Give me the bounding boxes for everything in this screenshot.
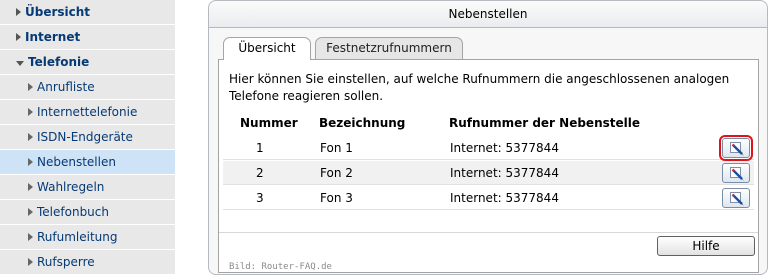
triangle-right-icon [28,133,33,141]
cell-nummer: 3 [256,191,264,205]
edit-button[interactable] [722,188,750,208]
cell-rufnummer: Internet: 5377844 [450,166,559,180]
cell-nummer: 1 [256,141,264,155]
help-button[interactable]: Hilfe [657,236,755,256]
triangle-right-icon [28,233,33,241]
tab-festnetzrufnummern[interactable]: Festnetzrufnummern [315,37,463,59]
sidebar-item-label: Internet [25,30,81,44]
column-header-nummer: Nummer [240,116,298,130]
sidebar-item-label: Rufsperre [37,255,95,269]
table-row: 1 Fon 1 Internet: 5377844 [223,135,754,161]
triangle-right-icon [16,33,21,41]
sidebar-item-label: ISDN-Endgeräte [37,130,133,144]
sidebar-item-nebenstellen[interactable]: Nebenstellen [0,150,175,175]
triangle-right-icon [28,258,33,266]
divider [219,232,758,233]
edit-button[interactable] [719,135,753,161]
cell-rufnummer: Internet: 5377844 [450,191,559,205]
edit-pencil-icon [730,142,744,156]
sidebar-item-label: Telefonie [28,55,90,69]
sidebar-item-label: Rufumleitung [37,230,118,244]
sidebar-item-anrufliste[interactable]: Anrufliste [0,75,175,100]
cell-rufnummer: Internet: 5377844 [450,141,559,155]
table-header: Nummer Bezeichnung Rufnummer der Nebenst… [219,116,758,134]
panel-title: Nebenstellen [209,1,767,28]
edit-pencil-icon [730,167,744,181]
triangle-down-icon [16,60,24,66]
edit-pencil-icon [730,192,744,206]
sidebar-item-internet[interactable]: Internet [0,25,175,50]
sidebar-item-label: Nebenstellen [37,155,116,169]
intro-text: Hier können Sie einstellen, auf welche R… [229,72,730,103]
triangle-right-icon [28,208,33,216]
sidebar-item-label: Übersicht [25,5,91,19]
sidebar-item-label: Anrufliste [37,80,95,94]
triangle-right-icon [28,108,33,116]
sidebar-item-telefonbuch[interactable]: Telefonbuch [0,200,175,225]
table-row: 3 Fon 3 Internet: 5377844 [223,186,754,210]
tab-content: Hier können Sie einstellen, auf welche R… [218,59,759,273]
triangle-right-icon [16,8,21,16]
sidebar-item-label: Internettelefonie [37,105,138,119]
table-row: 2 Fon 2 Internet: 5377844 [223,161,754,185]
cell-nummer: 2 [256,166,264,180]
sidebar-item-wahlregeln[interactable]: Wahlregeln [0,175,175,200]
tab-uebersicht[interactable]: Übersicht [223,37,311,60]
sidebar-item-telefonie[interactable]: Telefonie [0,50,175,75]
triangle-right-icon [28,83,33,91]
sidebar-item-rufumleitung[interactable]: Rufumleitung [0,225,175,250]
edit-button[interactable] [722,163,750,183]
cell-bezeichnung: Fon 1 [320,141,353,155]
column-header-rufnummer: Rufnummer der Nebenstelle [449,116,640,130]
sidebar-item-label: Wahlregeln [37,180,105,194]
sidebar-item-rufsperre[interactable]: Rufsperre [0,250,175,275]
sidebar-item-isdn-endgeraete[interactable]: ISDN-Endgeräte [0,125,175,150]
nebenstellen-panel: Nebenstellen Übersicht Festnetzrufnummer… [208,0,768,275]
sidebar-item-internettelefonie[interactable]: Internettelefonie [0,100,175,125]
sidebar-item-label: Telefonbuch [37,205,109,219]
triangle-right-icon [28,158,33,166]
cell-bezeichnung: Fon 3 [320,191,353,205]
column-header-bezeichnung: Bezeichnung [319,116,406,130]
sidebar-item-uebersicht[interactable]: Übersicht [0,0,175,25]
triangle-right-icon [28,183,33,191]
cell-bezeichnung: Fon 2 [320,166,353,180]
sidebar-nav: Übersicht Internet Telefonie Anrufliste … [0,0,175,275]
image-credit: Bild: Router-FAQ.de [229,262,332,272]
